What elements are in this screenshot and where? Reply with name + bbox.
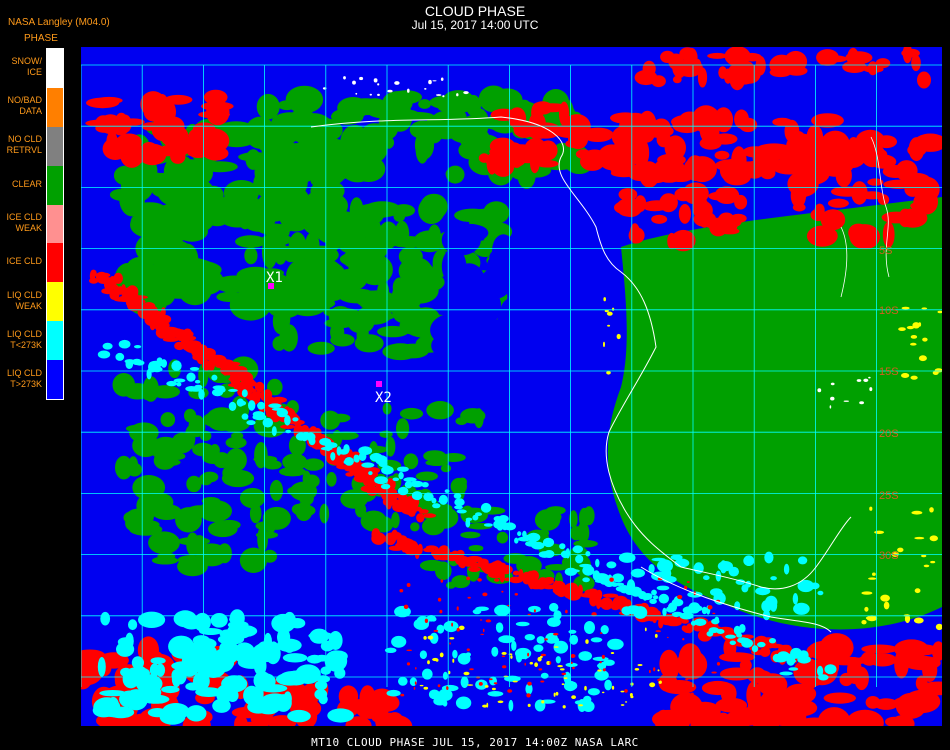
latitude-label: 20S xyxy=(879,428,899,440)
location-marker-dot xyxy=(376,381,382,387)
legend-swatch xyxy=(47,204,63,244)
latitude-label: 30S xyxy=(879,550,899,562)
legend-label: NO/BAD DATA xyxy=(7,95,42,117)
phase-label: PHASE xyxy=(24,33,58,44)
legend-swatch xyxy=(47,165,63,205)
page-title: CLOUD PHASE xyxy=(424,3,526,19)
legend-swatch xyxy=(47,282,63,322)
source-label: NASA Langley (M04.0) xyxy=(8,17,110,28)
legend-swatch xyxy=(47,243,63,283)
legend-label: SNOW/ICE xyxy=(11,56,43,78)
legend-swatch xyxy=(47,87,63,127)
latitude-label: 5S xyxy=(879,245,892,257)
legend-label: CLEAR xyxy=(11,178,42,189)
satellite-map: 5S 10S 15S 20S 25S 30S X1 X2 xyxy=(81,47,942,726)
cloud-phase-field xyxy=(81,47,942,726)
location-marker-label: X2 xyxy=(375,390,392,406)
page-subtitle: Jul 15, 2017 14:00 UTC xyxy=(411,18,539,32)
legend-bar xyxy=(46,48,64,400)
latitude-label: 10S xyxy=(879,305,899,317)
legend-swatch xyxy=(47,49,63,88)
footer-caption: MT10 CLOUD PHASE JUL 15, 2017 14:00Z NAS… xyxy=(311,736,639,749)
legend-label: NO CLD RETRVL xyxy=(6,134,42,156)
legend-swatch xyxy=(47,321,63,361)
legend-swatch xyxy=(47,360,63,399)
legend-label: LIQ CLD WEAK xyxy=(6,289,42,311)
legend-swatch xyxy=(47,126,63,166)
latitude-label: 25S xyxy=(879,490,899,502)
legend-label: LIQ CLD T>273K xyxy=(6,367,42,389)
legend-label: ICE CLD WEAK xyxy=(6,212,42,233)
legend-label: ICE CLD xyxy=(6,256,42,267)
map-canvas: 5S 10S 15S 20S 25S 30S X1 X2 xyxy=(81,47,942,726)
latitude-label: 15S xyxy=(879,366,899,378)
location-marker-label: X1 xyxy=(266,270,283,286)
legend-label: LIQ CLD T<273K xyxy=(6,328,42,350)
